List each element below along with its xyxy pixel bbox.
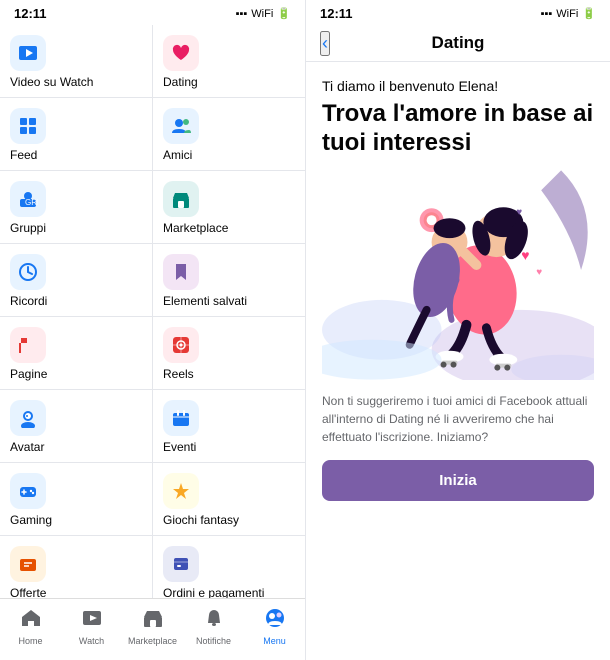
feed-icon [10,108,46,144]
events-icon [163,400,199,436]
menu-item-feed[interactable]: Feed [0,98,152,170]
menu-item-gaming[interactable]: Gaming [0,463,152,535]
menu-item-memories[interactable]: Ricordi [0,244,152,316]
start-button[interactable]: Inizia [322,460,594,501]
menu-item-fantasy[interactable]: Giochi fantasy [153,463,305,535]
svg-text:♥: ♥ [516,207,522,218]
dating-title: Dating [432,33,485,53]
signal-icon-right: ▪▪▪ [541,8,553,20]
status-bar-left: 12:11 ▪▪▪ WiFi 🔋 [0,0,305,25]
orders-icon [163,546,199,582]
avatar-label: Avatar [10,440,44,454]
reels-icon [163,327,199,363]
menu-item-watch[interactable]: Video su Watch [0,25,152,97]
status-icons-left: ▪▪▪ WiFi 🔋 [236,7,291,20]
memories-icon [10,254,46,290]
right-panel: 12:11 ▪▪▪ WiFi 🔋 ‹ Dating Ti diamo il be… [305,0,610,660]
dating-label: Dating [163,75,198,89]
signal-icon: ▪▪▪ [236,8,248,20]
menu-item-orders[interactable]: Ordini e pagamenti [153,536,305,598]
marketplace-icon [163,181,199,217]
saved-icon [163,254,199,290]
memories-label: Ricordi [10,294,47,308]
bottom-nav: Home Watch Marketplace Notifiche Menu [0,598,305,660]
watch-nav-label: Watch [79,636,104,646]
home-nav-icon [20,607,42,634]
status-time-left: 12:11 [14,6,47,21]
wifi-icon-right: WiFi [556,8,578,20]
marketplace-label: Marketplace [163,221,228,235]
menu-nav-icon [264,607,286,634]
nav-item-menu[interactable]: Menu [244,605,305,648]
friends-label: Amici [163,148,192,162]
menu-item-groups[interactable]: GRP Gruppi [0,171,152,243]
gaming-label: Gaming [10,513,52,527]
offers-label: Offerte [10,586,46,598]
gaming-icon [10,473,46,509]
battery-icon-right: 🔋 [582,7,596,20]
wifi-icon: WiFi [251,8,273,20]
home-nav-label: Home [18,636,42,646]
status-time-right: 12:11 [320,6,353,21]
notifications-nav-icon [203,607,225,634]
marketplace-nav-icon [142,607,164,634]
saved-label: Elementi salvati [163,294,247,308]
feed-label: Feed [10,148,37,162]
svg-text:GRP: GRP [25,198,38,207]
watch-nav-icon [81,607,103,634]
back-button[interactable]: ‹ [320,31,330,56]
pages-label: Pagine [10,367,47,381]
menu-item-events[interactable]: Eventi [153,390,305,462]
groups-icon: GRP [10,181,46,217]
menu-item-dating[interactable]: Dating [153,25,305,97]
menu-item-friends[interactable]: Amici [153,98,305,170]
menu-item-saved[interactable]: Elementi salvati [153,244,305,316]
watch-icon [10,35,46,71]
events-label: Eventi [163,440,196,454]
svg-text:♥: ♥ [536,267,542,278]
nav-item-home[interactable]: Home [0,605,61,648]
dating-header: ‹ Dating [306,25,610,62]
welcome-text: Ti diamo il benvenuto Elena! [322,78,594,94]
offers-icon [10,546,46,582]
watch-label: Video su Watch [10,75,93,89]
menu-item-marketplace[interactable]: Marketplace [153,171,305,243]
menu-item-reels[interactable]: Reels [153,317,305,389]
orders-label: Ordini e pagamenti [163,586,264,598]
avatar-icon [10,400,46,436]
menu-nav-label: Menu [263,636,286,646]
illustration-svg: ♥ ♥ ♥ [322,170,594,380]
reels-label: Reels [163,367,194,381]
fantasy-label: Giochi fantasy [163,513,239,527]
pages-icon [10,327,46,363]
marketplace-nav-label: Marketplace [128,636,177,646]
menu-item-avatar[interactable]: Avatar [0,390,152,462]
nav-item-watch[interactable]: Watch [61,605,122,648]
dating-illustration: ♥ ♥ ♥ [322,170,594,380]
battery-icon: 🔋 [277,7,291,20]
privacy-text: Non ti suggeriremo i tuoi amici di Faceb… [322,392,594,446]
dating-content: Ti diamo il benvenuto Elena! Trova l'amo… [306,62,610,660]
svg-text:♥: ♥ [521,247,529,263]
groups-label: Gruppi [10,221,46,235]
dating-icon [163,35,199,71]
status-bar-right: 12:11 ▪▪▪ WiFi 🔋 [306,0,610,25]
nav-item-notifications[interactable]: Notifiche [183,605,244,648]
headline: Trova l'amore in base ai tuoi interessi [322,100,594,158]
nav-item-marketplace[interactable]: Marketplace [122,605,183,648]
status-icons-right: ▪▪▪ WiFi 🔋 [541,7,596,20]
menu-item-pages[interactable]: Pagine [0,317,152,389]
menu-grid: Video su Watch Dating Feed Amici GRP Gruppi Ma… [0,25,305,598]
menu-item-offers[interactable]: Offerte [0,536,152,598]
friends-icon [163,108,199,144]
notifications-nav-label: Notifiche [196,636,231,646]
left-panel: 12:11 ▪▪▪ WiFi 🔋 Video su Watch Dating Fee… [0,0,305,660]
fantasy-icon [163,473,199,509]
